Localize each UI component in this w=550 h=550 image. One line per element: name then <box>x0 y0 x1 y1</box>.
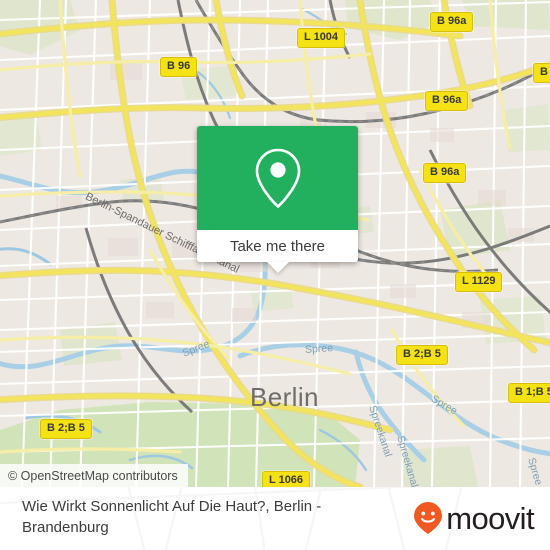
take-me-there-label: Take me there <box>229 237 326 255</box>
moovit-wordmark: moovit <box>446 500 534 536</box>
popup-header <box>197 126 358 230</box>
road-shield: B 96a <box>423 163 467 183</box>
road-shield: B 1 <box>533 63 550 83</box>
road-shield: B 96a <box>425 91 469 111</box>
road-shield: L 1066 <box>262 471 311 487</box>
page-title: Wie Wirkt Sonnenlicht Auf Die Haut?, Ber… <box>22 498 322 536</box>
road-shield: L 1004 <box>297 28 346 48</box>
map-pin-icon <box>255 148 300 209</box>
map-canvas[interactable]: L 1004 B 96a B 96 B 96a B 1 B 96a L 1129 B 2;B … <box>0 0 550 487</box>
road-shield: B 2;B 5 <box>396 345 448 365</box>
road-shield: B 96 <box>160 57 198 77</box>
moovit-logo[interactable]: moovit <box>413 500 535 536</box>
moovit-map-screen: L 1004 B 96a B 96 B 96a B 1 B 96a L 1129 B 2;B … <box>0 0 550 550</box>
destination-popup[interactable]: Take me there <box>197 126 358 273</box>
road-shield: B 2;B 5 <box>40 419 92 439</box>
take-me-there-button[interactable]: Take me there <box>197 230 358 262</box>
road-shield: B 1;B 5 <box>508 383 550 403</box>
road-shield: B 96a <box>430 12 474 32</box>
osm-attribution-text: © OpenStreetMap contributors <box>8 468 178 483</box>
popup-pointer-tail <box>267 262 289 273</box>
osm-attribution[interactable]: © OpenStreetMap contributors <box>0 464 188 487</box>
road-shield: L 1129 <box>455 272 503 292</box>
footer-bar: Wie Wirkt Sonnenlicht Auf Die Haut?, Ber… <box>0 487 550 550</box>
moovit-pin-icon <box>414 502 443 534</box>
